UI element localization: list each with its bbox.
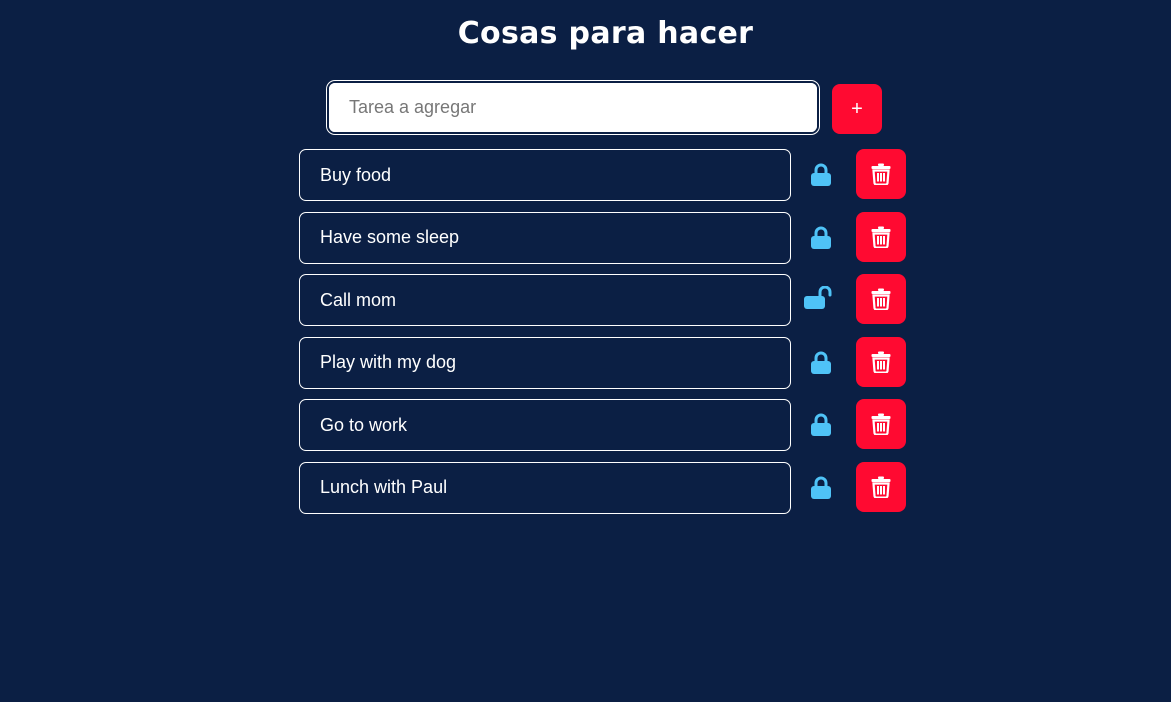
lock-icon [810, 476, 832, 500]
task-text[interactable]: Have some sleep [299, 211, 791, 264]
task-list: Buy food Have some sleep Call mom Play w… [299, 149, 909, 525]
lock-icon [810, 351, 832, 375]
lock-toggle[interactable] [804, 159, 838, 191]
lock-toggle[interactable] [804, 284, 838, 316]
lock-toggle[interactable] [804, 347, 838, 379]
task-item: Lunch with Paul [299, 461, 909, 514]
trash-icon [871, 163, 891, 185]
task-item: Buy food [299, 149, 909, 201]
task-text[interactable]: Call mom [299, 274, 791, 327]
delete-button[interactable] [856, 461, 906, 512]
task-item: Play with my dog [299, 336, 909, 389]
page-title: Cosas para hacer [457, 16, 754, 51]
lock-icon [810, 226, 832, 250]
task-item: Go to work [299, 399, 909, 452]
task-text[interactable]: Lunch with Paul [299, 461, 791, 514]
delete-button[interactable] [856, 149, 906, 199]
delete-button[interactable] [856, 274, 906, 325]
trash-icon [871, 351, 891, 373]
task-item: Have some sleep [299, 211, 909, 264]
task-text[interactable]: Play with my dog [299, 336, 791, 389]
delete-button[interactable] [856, 399, 906, 450]
trash-icon [871, 226, 891, 248]
task-text[interactable]: Go to work [299, 399, 791, 452]
todo-app: Cosas para hacer + Buy food Have some sl… [0, 0, 1171, 702]
lock-toggle[interactable] [804, 472, 838, 504]
lock-icon [810, 413, 832, 437]
task-text[interactable]: Buy food [299, 149, 791, 201]
delete-button[interactable] [856, 211, 906, 262]
delete-button[interactable] [856, 336, 906, 387]
trash-icon [871, 476, 891, 498]
unlock-icon [804, 286, 832, 310]
trash-icon [871, 288, 891, 311]
lock-toggle[interactable] [804, 222, 838, 254]
add-task-button[interactable]: + [832, 84, 882, 134]
lock-toggle[interactable] [804, 409, 838, 441]
task-input[interactable] [327, 81, 819, 134]
task-item: Call mom [299, 274, 909, 327]
lock-icon [810, 163, 832, 187]
trash-icon [871, 413, 891, 436]
